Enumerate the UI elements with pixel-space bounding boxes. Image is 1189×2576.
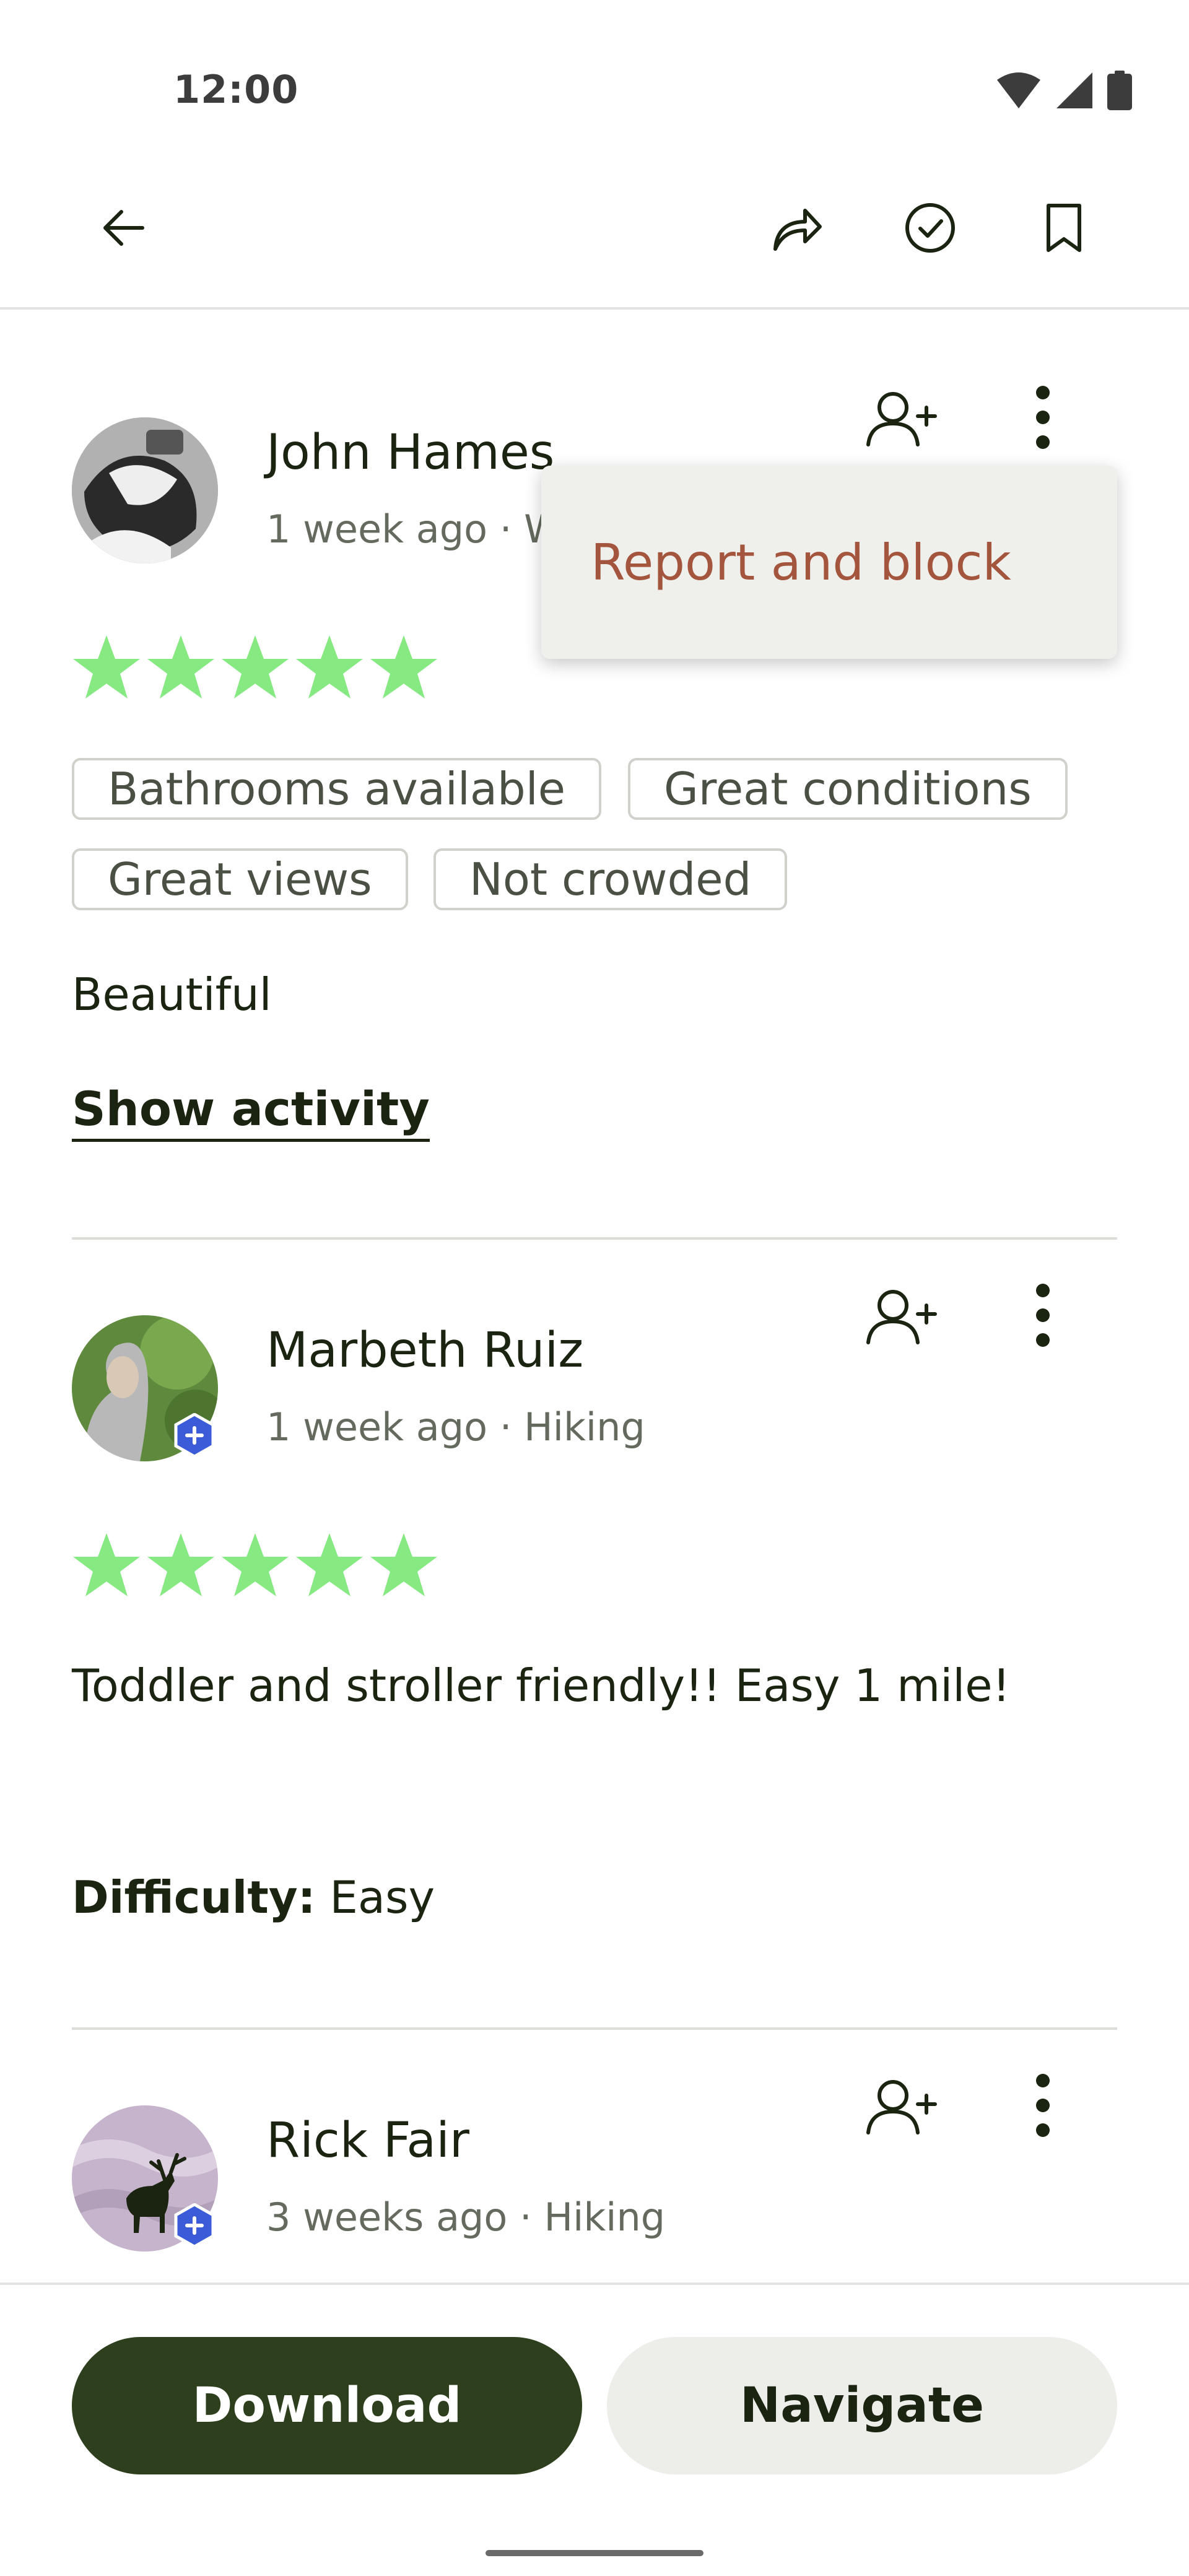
follow-user-icon [865, 388, 939, 447]
review-divider [72, 1237, 1117, 1240]
reviewer-name[interactable]: John Hames [266, 425, 554, 481]
tag-chip: Great views [72, 848, 408, 910]
more-vert-icon [1035, 2073, 1050, 2138]
star-icon [369, 634, 438, 701]
mark-completed-button[interactable] [887, 185, 973, 271]
review-meta: 3 weeks ago · Hiking [266, 2195, 666, 2240]
review-meta: 1 week ago · Hiking [266, 1404, 645, 1450]
star-icon [295, 634, 364, 701]
review-divider [72, 2027, 1117, 2030]
star-icon [220, 1532, 290, 1599]
back-button[interactable] [81, 185, 167, 271]
more-options-button[interactable] [1000, 2062, 1086, 2149]
show-activity-link[interactable]: Show activity [72, 1081, 430, 1142]
review-text: Toddler and stroller friendly!! Easy 1 m… [72, 1660, 1011, 1712]
bookmark-button[interactable] [1021, 185, 1107, 271]
navigate-button[interactable]: Navigate [607, 2337, 1117, 2474]
check-circle-icon [904, 202, 956, 254]
tag-chip: Great conditions [628, 758, 1068, 820]
home-indicator[interactable] [486, 2550, 703, 2556]
back-arrow-icon [99, 203, 149, 253]
star-icon [72, 634, 141, 701]
reviewer-name[interactable]: Marbeth Ruiz [266, 1323, 583, 1378]
plus-member-badge-icon [172, 1413, 217, 1458]
star-icon [220, 634, 290, 701]
avatar[interactable] [72, 417, 218, 564]
difficulty-label: Difficulty: [72, 1871, 316, 1923]
tag-chip: Bathrooms available [72, 758, 602, 820]
star-rating [72, 1532, 438, 1599]
follow-button[interactable] [858, 2062, 945, 2149]
more-vert-icon [1035, 385, 1050, 450]
overflow-menu: Report and block [541, 466, 1117, 659]
review-text: Beautiful [72, 968, 272, 1020]
share-button[interactable] [753, 185, 840, 271]
bottom-bar-divider [0, 2282, 1189, 2285]
star-icon [295, 1532, 364, 1599]
star-rating [72, 634, 438, 701]
bookmark-icon [1043, 202, 1084, 254]
tag-chip: Not crowded [433, 848, 788, 910]
star-icon [369, 1532, 438, 1599]
status-time: 12:00 [173, 67, 299, 112]
star-icon [146, 634, 216, 701]
review-meta: 1 week ago · Wa [266, 507, 583, 552]
more-options-button[interactable] [1000, 374, 1086, 461]
follow-button[interactable] [858, 1272, 945, 1359]
star-icon [146, 1532, 216, 1599]
download-button[interactable]: Download [72, 2337, 582, 2474]
difficulty-value: Easy [315, 1871, 435, 1923]
topbar-divider [0, 307, 1189, 310]
reviewer-name[interactable]: Rick Fair [266, 2113, 469, 2169]
more-vert-icon [1035, 1283, 1050, 1347]
share-icon [770, 202, 822, 254]
report-and-block-menu-item[interactable]: Report and block [591, 534, 1011, 591]
follow-user-icon [865, 2076, 939, 2135]
difficulty-line: Difficulty: Easy [72, 1871, 435, 1923]
more-options-button[interactable] [1000, 1272, 1086, 1359]
status-icons [996, 71, 1132, 110]
battery-icon [1107, 71, 1132, 110]
signal-icon [1055, 71, 1094, 110]
follow-button[interactable] [858, 374, 945, 461]
wifi-icon [996, 71, 1042, 110]
plus-member-badge-icon [172, 2203, 217, 2248]
star-icon [72, 1532, 141, 1599]
follow-user-icon [865, 1286, 939, 1345]
